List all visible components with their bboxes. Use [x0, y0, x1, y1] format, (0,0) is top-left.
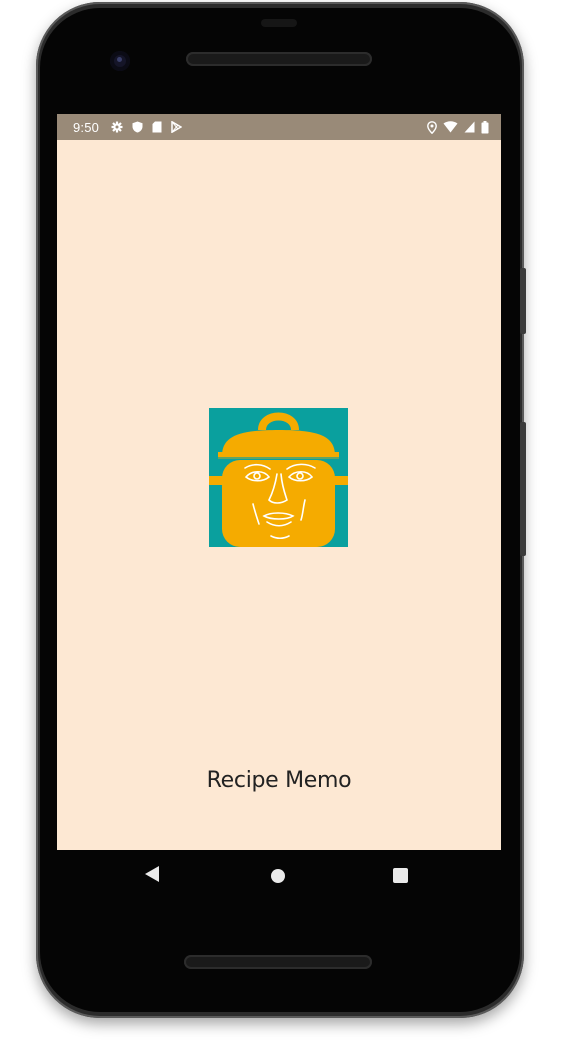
earpiece-notch [261, 19, 297, 27]
front-camera [110, 51, 130, 71]
status-bar: 9:50 [57, 114, 501, 140]
location-icon [427, 120, 437, 134]
bottom-speaker [184, 955, 372, 969]
top-speaker [186, 52, 372, 66]
status-time: 9:50 [73, 119, 100, 135]
pot-face-logo [209, 408, 348, 547]
play-store-icon [171, 121, 183, 133]
sd-card-icon [152, 121, 162, 133]
home-icon[interactable] [271, 869, 285, 883]
app-title: Recipe Memo [206, 768, 352, 793]
battery-icon [481, 120, 489, 133]
gear-icon [111, 121, 123, 133]
app-screen: 9:50 Recipe Memo [57, 114, 501, 850]
back-icon[interactable] [145, 866, 159, 882]
signal-icon [464, 121, 475, 133]
power-button [520, 268, 526, 334]
shield-icon [132, 121, 143, 133]
volume-button [520, 422, 526, 556]
recents-icon[interactable] [393, 868, 408, 883]
wifi-icon [443, 121, 458, 133]
